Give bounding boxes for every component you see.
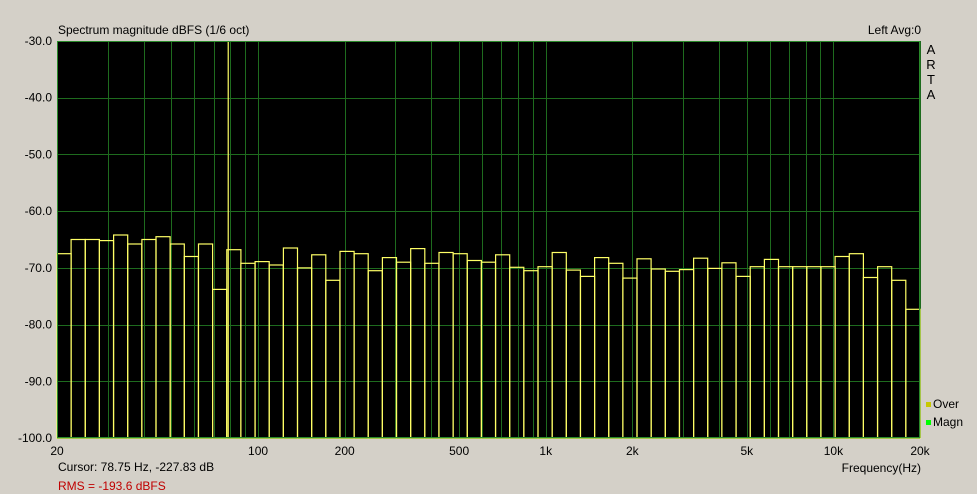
plot-area <box>57 41 920 438</box>
y-tick-label: -100.0 <box>18 431 52 445</box>
x-tick-label: 1k <box>539 444 553 458</box>
legend-swatch-magn <box>926 420 931 426</box>
x-tick-label: 500 <box>449 444 469 458</box>
x-tick-label: 100 <box>248 444 268 458</box>
x-tick-label: 20k <box>910 444 930 458</box>
legend-label-magn: Magn <box>933 415 964 429</box>
x-tick-label: 5k <box>740 444 754 458</box>
y-tick-label: -90.0 <box>25 374 53 388</box>
y-tick-label: -40.0 <box>25 91 53 105</box>
legend-swatch-over <box>926 402 931 408</box>
x-tick-label: 20 <box>50 444 64 458</box>
legend-label-over: Over <box>933 397 960 411</box>
x-tick-label: 10k <box>824 444 844 458</box>
y-tick-label: -80.0 <box>25 318 53 332</box>
x-tick-label: 200 <box>335 444 355 458</box>
y-tick-label: -30.0 <box>25 34 53 48</box>
y-tick-label: -60.0 <box>25 204 53 218</box>
rms-readout: RMS = -193.6 dBFS <box>58 479 166 493</box>
legend-item-magn[interactable]: Magn <box>926 415 963 429</box>
legend-item-over[interactable]: Over <box>926 397 959 411</box>
x-axis-label: Frequency(Hz) <box>841 461 921 475</box>
y-tick-label: -50.0 <box>25 147 53 161</box>
x-tick-label: 2k <box>626 444 640 458</box>
spectrum-chart[interactable]: -30.0 -40.0 -50.0 -60.0 -70.0 -80.0 -90.0 -100.… <box>0 0 977 494</box>
cursor-readout: Cursor: 78.75 Hz, -227.83 dB <box>58 460 215 474</box>
y-tick-label: -70.0 <box>25 261 53 275</box>
